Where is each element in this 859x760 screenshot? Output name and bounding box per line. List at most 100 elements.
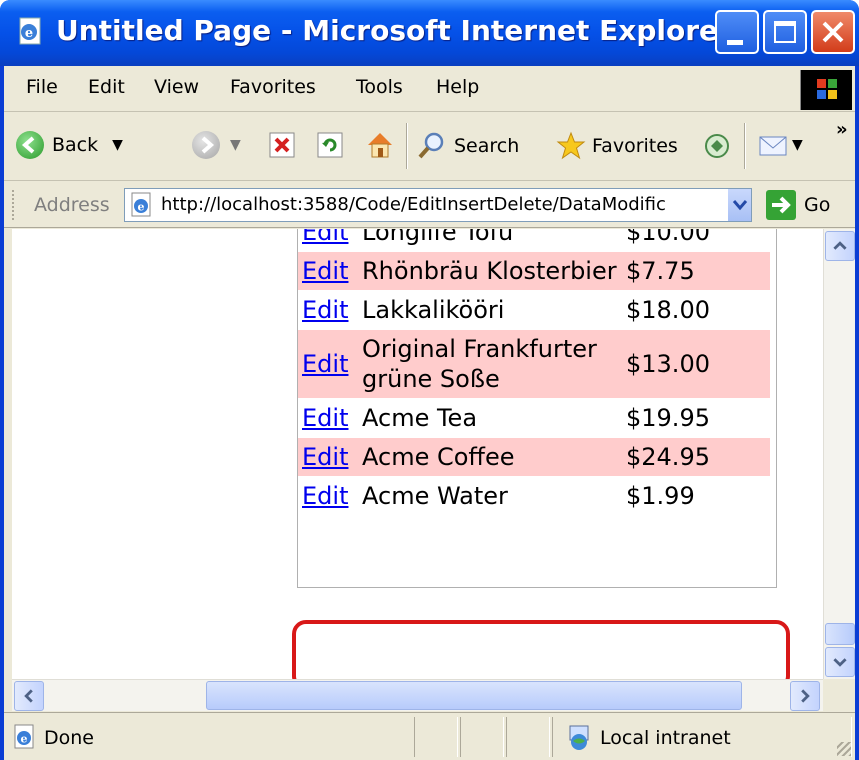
- scroll-left-button[interactable]: [14, 681, 44, 711]
- standard-toolbar: Back ▼ ▼ Search Favorites ▼ »: [4, 113, 855, 181]
- status-pane: [414, 717, 458, 757]
- home-button[interactable]: [364, 129, 396, 161]
- stop-icon: [269, 132, 295, 158]
- close-button[interactable]: [811, 10, 855, 54]
- browser-window: e Untitled Page - Microsoft Internet Exp…: [0, 0, 859, 760]
- mail-icon: [759, 136, 787, 156]
- vertical-scroll-thumb[interactable]: [825, 623, 855, 645]
- scrollbar-corner: [823, 679, 855, 711]
- edit-link[interactable]: Edit: [302, 350, 348, 378]
- edit-link[interactable]: Edit: [302, 296, 348, 324]
- status-pane: [460, 717, 504, 757]
- products-gridview: Edit Longlife Tofu $10.00 Edit Rhönbräu Klos…: [298, 229, 770, 516]
- search-button[interactable]: Search: [416, 131, 519, 161]
- forward-arrow-icon: [192, 131, 220, 159]
- table-row: Edit Original Frankfurter grüne Soße $13.0…: [298, 329, 770, 399]
- svg-text:e: e: [138, 201, 145, 214]
- table-row: Edit Rhönbräu Klosterbier $7.75: [298, 251, 770, 291]
- maximize-button[interactable]: [763, 10, 807, 54]
- media-button[interactable]: [702, 131, 732, 161]
- ie-page-icon: e: [19, 17, 41, 45]
- address-field[interactable]: e http://localhost:3588/Code/EditInsertD…: [124, 188, 752, 222]
- scroll-up-button[interactable]: [825, 231, 855, 261]
- favorites-star-icon: [556, 131, 586, 160]
- svg-text:e: e: [21, 733, 28, 746]
- unit-price-cell: $24.95: [622, 437, 770, 477]
- media-icon: [705, 134, 729, 158]
- intranet-globe-icon: [569, 725, 589, 750]
- status-bar: e Done Local intranet: [4, 712, 855, 760]
- address-label: Address: [34, 194, 110, 216]
- table-row: Edit Acme Water $1.99: [298, 476, 770, 516]
- security-zone: Local intranet: [600, 727, 731, 749]
- edit-link[interactable]: Edit: [302, 229, 348, 246]
- page-done-icon: e: [14, 724, 34, 749]
- unit-price-cell: $19.95: [622, 398, 770, 438]
- status-pane: [506, 717, 550, 757]
- maximize-icon: [774, 21, 796, 43]
- product-name-cell: Original Frankfurter grüne Soße: [358, 329, 622, 399]
- back-dropdown-icon[interactable]: ▼: [112, 137, 123, 153]
- address-bar: Address e http://localhost:3588/Code/Edi…: [4, 182, 855, 228]
- edit-cell: Edit: [298, 329, 358, 399]
- refresh-button[interactable]: [316, 131, 344, 159]
- home-icon: [368, 133, 392, 158]
- chevron-left-icon: [24, 689, 33, 703]
- mail-button[interactable]: ▼: [758, 131, 803, 159]
- minimize-icon: [727, 40, 743, 45]
- scroll-right-button[interactable]: [790, 681, 820, 711]
- menu-edit[interactable]: Edit: [88, 76, 125, 98]
- edit-link[interactable]: Edit: [302, 257, 348, 285]
- favorites-label: Favorites: [592, 135, 678, 157]
- toolbar-overflow-chevron[interactable]: »: [836, 119, 848, 140]
- title-bar[interactable]: e Untitled Page - Microsoft Internet Exp…: [0, 0, 859, 66]
- minimize-button[interactable]: [715, 10, 759, 54]
- edit-link[interactable]: Edit: [302, 482, 348, 510]
- chevron-down-icon: [732, 200, 748, 211]
- menu-favorites[interactable]: Favorites: [230, 76, 316, 98]
- back-label: Back: [52, 134, 99, 156]
- unit-price-cell: $13.00: [622, 329, 770, 399]
- refresh-icon: [317, 132, 343, 158]
- edit-cell: Edit: [298, 290, 358, 330]
- menu-help[interactable]: Help: [436, 76, 479, 98]
- menu-view[interactable]: View: [154, 76, 199, 98]
- menu-file[interactable]: File: [26, 76, 58, 98]
- windows-logo-icon: [800, 70, 852, 110]
- vertical-scrollbar[interactable]: [823, 229, 855, 679]
- table-row: Edit Lakkalikööri $18.00: [298, 290, 770, 330]
- table-row: Edit Acme Tea $19.95: [298, 398, 770, 438]
- new-row-highlight: [292, 620, 790, 679]
- unit-price-cell: $7.75: [622, 251, 770, 291]
- stop-button[interactable]: [268, 131, 296, 159]
- edit-link[interactable]: Edit: [302, 404, 348, 432]
- product-name-cell: Acme Tea: [358, 398, 622, 438]
- favorites-button[interactable]: Favorites: [556, 131, 678, 161]
- scroll-down-button[interactable]: [825, 647, 855, 677]
- table-row: Edit Acme Coffee $24.95: [298, 437, 770, 477]
- forward-dropdown-icon[interactable]: ▼: [230, 137, 241, 153]
- product-name-cell: Longlife Tofu: [358, 229, 622, 252]
- edit-cell: Edit: [298, 476, 358, 516]
- horizontal-scrollbar[interactable]: [12, 679, 823, 711]
- edit-cell: Edit: [298, 398, 358, 438]
- chevron-up-icon: [833, 241, 847, 250]
- edit-link[interactable]: Edit: [302, 443, 348, 471]
- horizontal-scroll-thumb[interactable]: [206, 681, 742, 710]
- product-name-cell: Lakkalikööri: [358, 290, 622, 330]
- menu-tools[interactable]: Tools: [356, 76, 403, 98]
- search-label: Search: [454, 135, 520, 157]
- unit-price-cell: $18.00: [622, 290, 770, 330]
- unit-price-cell: $10.00: [622, 229, 770, 252]
- page-content: Edit Longlife Tofu $10.00 Edit Rhönbräu Klos…: [12, 229, 823, 679]
- forward-button[interactable]: ▼: [192, 131, 241, 159]
- mail-dropdown-icon[interactable]: ▼: [792, 137, 803, 153]
- resize-grip[interactable]: [837, 742, 851, 756]
- product-name-cell: Acme Coffee: [358, 437, 622, 477]
- product-name-cell: Rhönbräu Klosterbier: [358, 251, 622, 291]
- chevron-down-icon: [833, 658, 847, 667]
- go-button[interactable]: Go: [804, 194, 830, 216]
- back-button[interactable]: Back ▼: [16, 131, 123, 159]
- go-arrow-icon[interactable]: [766, 190, 796, 220]
- address-dropdown-button[interactable]: [727, 189, 751, 221]
